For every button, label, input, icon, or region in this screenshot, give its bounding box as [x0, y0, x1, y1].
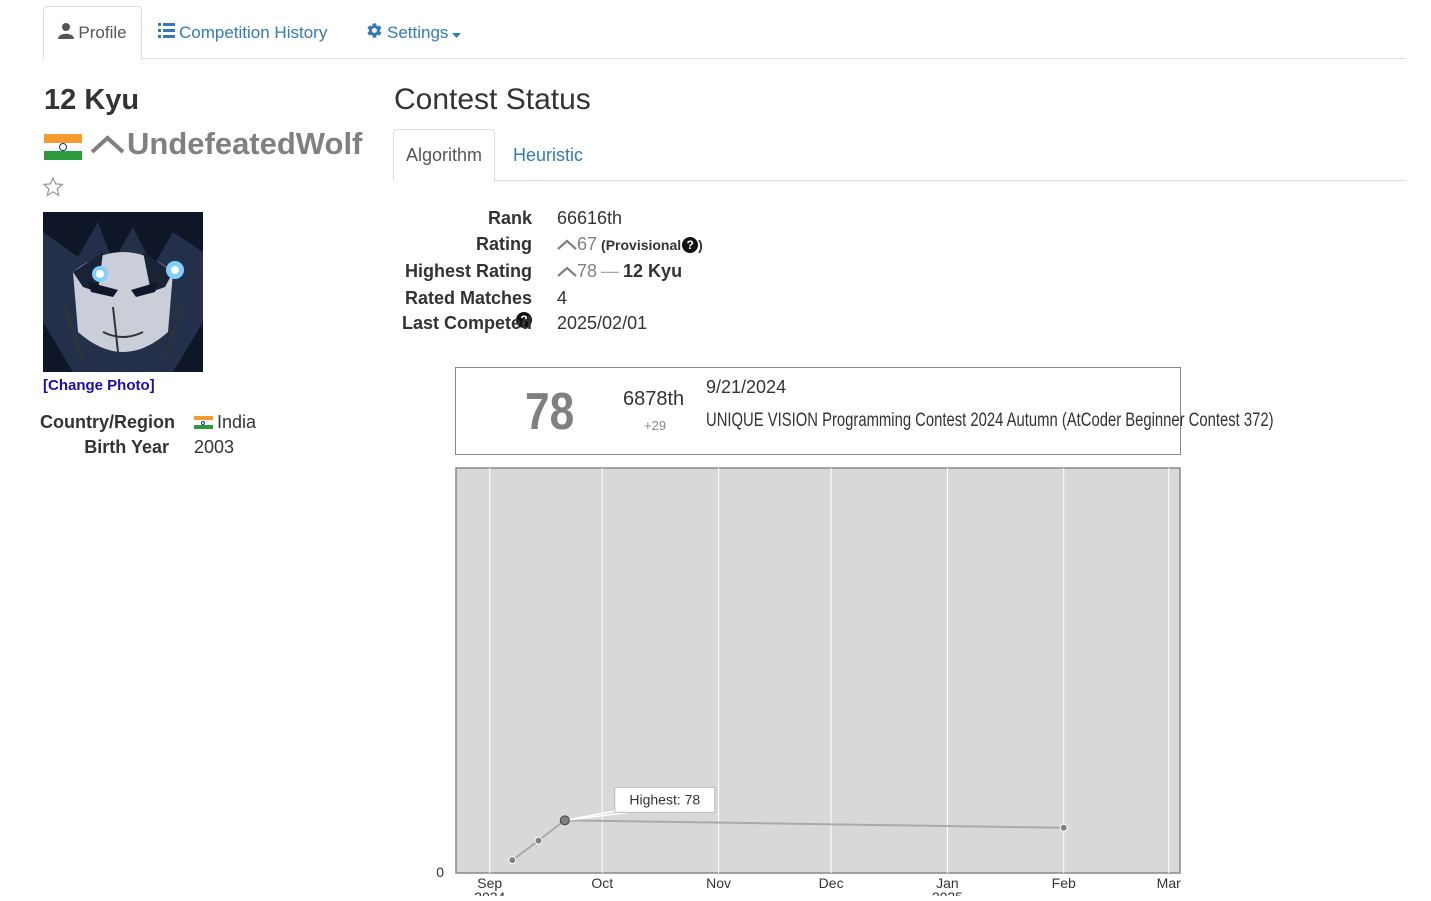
india-flag-icon	[44, 134, 82, 160]
star-icon[interactable]	[42, 176, 64, 203]
chevron-up-small-icon	[557, 261, 577, 282]
list-icon	[158, 22, 175, 43]
chevron-up-small-icon	[557, 234, 577, 255]
x-tick-label: Mar	[1157, 875, 1181, 891]
country-value: India	[194, 412, 256, 433]
birth-year-value: 2003	[194, 437, 235, 457]
tab-settings-label: Settings	[387, 22, 449, 42]
rating-number: 67	[577, 234, 598, 254]
tab-heuristic[interactable]: Heuristic	[513, 129, 583, 181]
gear-icon	[366, 22, 383, 44]
plot-area	[455, 467, 1181, 874]
username-text: UndefeatedWolf	[127, 126, 363, 161]
country-text: India	[217, 412, 257, 432]
info-contest-name[interactable]: UNIQUE VISION Programming Contest 2024 A…	[706, 410, 1274, 432]
avatar	[43, 212, 203, 372]
contest-info-box: 78 6878th +29 9/21/2024 UNIQUE VISION Pr…	[455, 367, 1274, 455]
rating-label: Rating	[476, 234, 532, 254]
highest-rating-value: 78 — 12 Kyu	[557, 261, 682, 282]
username[interactable]: UndefeatedWolf	[90, 126, 362, 162]
last-competed-value: 2025/02/01	[557, 313, 648, 333]
tab-competition-history-label: Competition History	[179, 22, 328, 42]
provisional-label: (Provisional	[601, 236, 682, 253]
data-point	[508, 856, 517, 865]
x-tick-label: Nov	[706, 875, 731, 891]
tab-profile-label: Profile	[78, 23, 127, 42]
tab-competition-history[interactable]: Competition History	[158, 6, 327, 59]
info-date: 9/21/2024	[706, 377, 787, 397]
tab-algorithm[interactable]: Algorithm	[393, 129, 496, 182]
contest-type-tabs: Algorithm Heuristic	[393, 129, 1406, 182]
last-competed-label: Last Competed	[401, 313, 532, 333]
rating-chart-svg: SepOctNovDecJanFebMar202420250Highest: 7…	[436, 467, 1181, 901]
caret-down-icon	[452, 23, 462, 43]
y-tick-label: 0	[436, 864, 444, 880]
top-nav-tabs: Profile Competition History Settings	[43, 6, 1406, 60]
x-year-label: 2025	[932, 889, 963, 896]
data-point	[1059, 823, 1068, 832]
user-icon	[58, 22, 75, 44]
rank-label: Rank	[487, 208, 532, 228]
rated-matches-value: 4	[557, 288, 568, 308]
change-photo-link[interactable]: [Change Photo]	[43, 377, 155, 394]
highest-rating-number: 78	[577, 261, 598, 281]
data-point	[559, 815, 570, 826]
rating-chart: SepOctNovDecJanFebMar202420250Highest: 7…	[420, 463, 1200, 901]
rank-value: 66616th	[557, 208, 623, 228]
birth-year-label: Birth Year	[84, 437, 169, 457]
x-tick-label: Feb	[1052, 875, 1076, 891]
x-year-label: 2024	[474, 889, 505, 896]
highest-separator: —	[601, 261, 620, 281]
kyu-title: 12 Kyu	[44, 84, 140, 116]
info-place: 6878th	[623, 388, 685, 410]
country-label: Country/Region	[40, 412, 175, 432]
help-icon[interactable]: ?	[682, 236, 699, 253]
contest-status-title: Contest Status	[394, 83, 591, 116]
tab-settings[interactable]: Settings	[366, 6, 462, 59]
tab-profile[interactable]: Profile	[43, 6, 142, 60]
chevron-up-icon	[90, 126, 125, 162]
highest-rating-label: Highest Rating	[404, 261, 532, 281]
annotation-label: Highest: 78	[629, 791, 700, 807]
data-point	[534, 836, 543, 845]
x-tick-label: Dec	[819, 875, 844, 891]
info-rating: 78	[525, 383, 575, 441]
x-tick-label: Oct	[591, 875, 613, 891]
info-diff: +29	[644, 418, 667, 433]
rating-value: 67 (Provisional ? )	[557, 234, 703, 255]
rated-matches-text: Rated Matches	[404, 288, 532, 308]
highest-kyu: 12 Kyu	[623, 261, 683, 281]
india-flag-small-icon	[194, 415, 213, 430]
provisional-close: )	[698, 236, 703, 253]
